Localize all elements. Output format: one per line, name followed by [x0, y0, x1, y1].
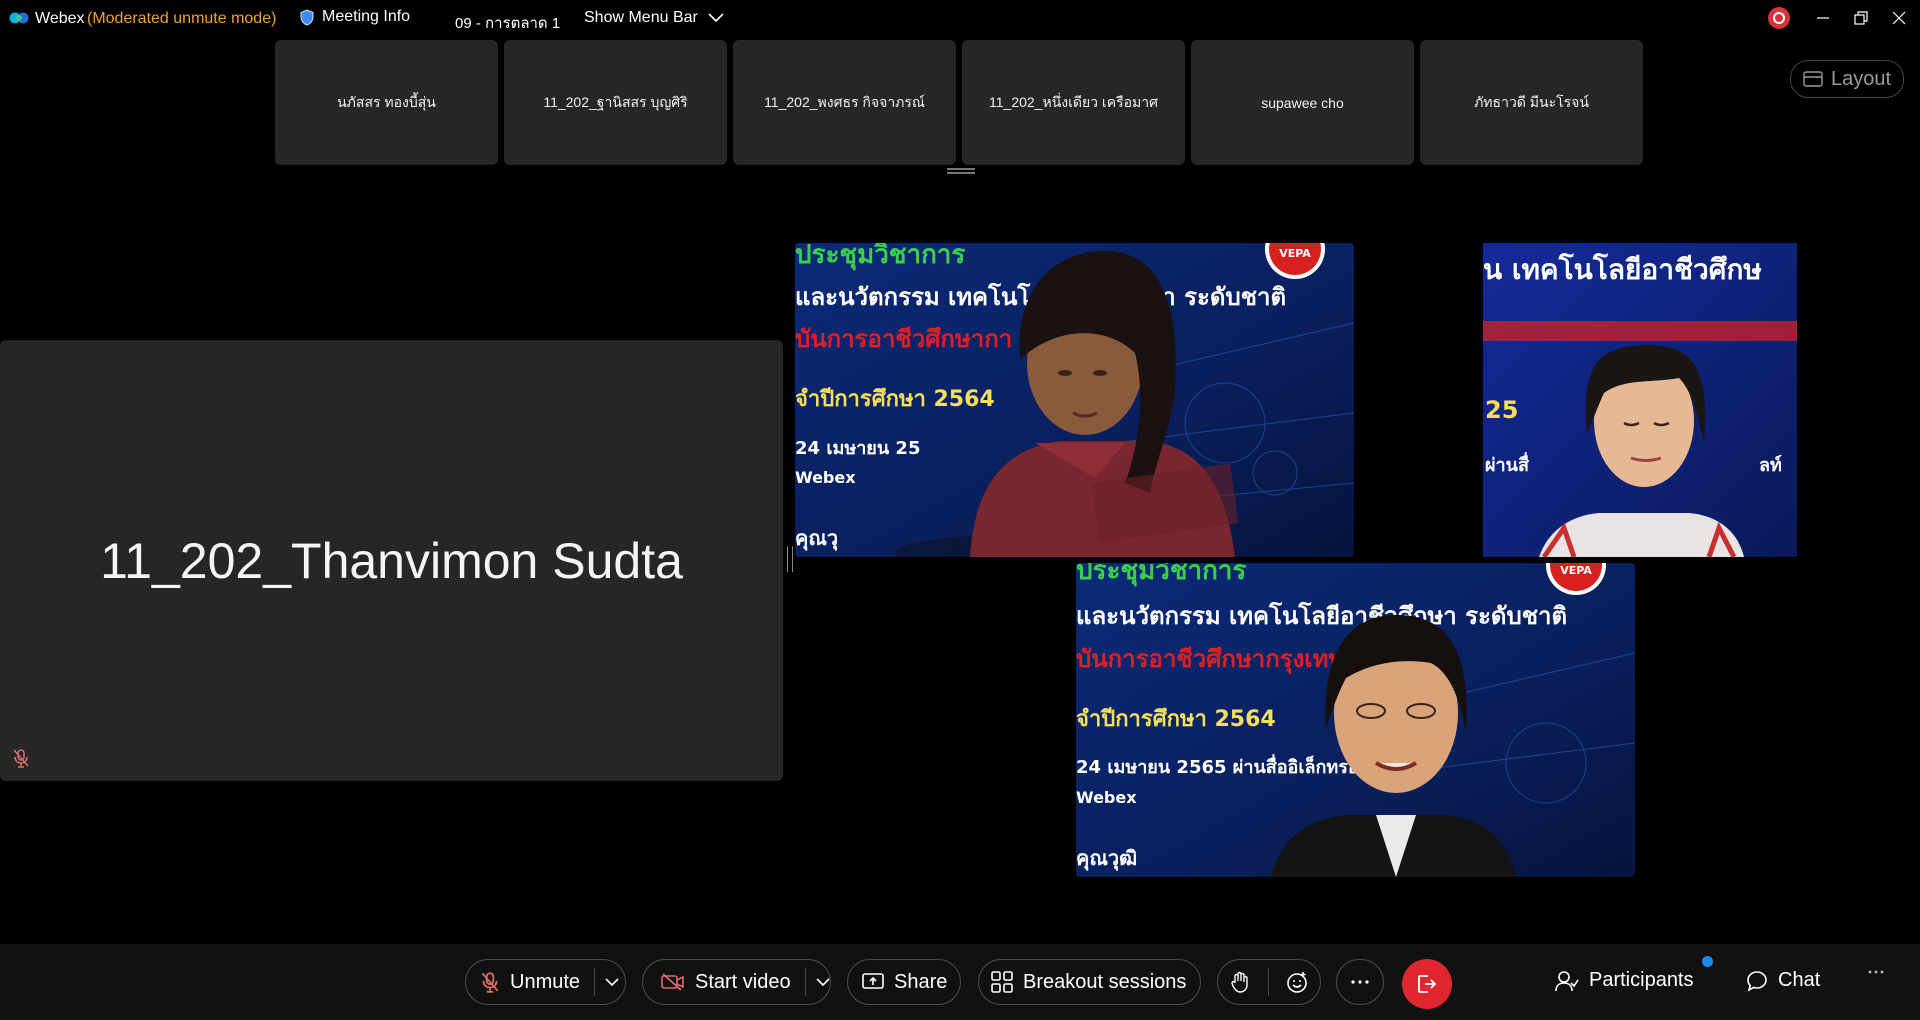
- filmstrip-tile[interactable]: นภัสสร ทองบี้สุ่น: [275, 40, 498, 165]
- minimize-button[interactable]: [1808, 4, 1838, 32]
- breakout-sessions-button[interactable]: Breakout sessions: [978, 959, 1201, 1005]
- participant-video-frame: น เทคโนโลยีอาชีวศึกษ 25 ผ่านสื่ ลท์: [1359, 243, 1918, 557]
- layout-label: Layout: [1830, 67, 1892, 90]
- reactions-group: [1217, 959, 1321, 1005]
- vepa-badge-text: VEPA: [1279, 247, 1311, 260]
- raise-hand-icon[interactable]: [1230, 971, 1250, 993]
- layout-icon: [1803, 71, 1823, 87]
- participant-video-tile[interactable]: น เทคโนโลยีอาชีวศึกษ 25 ผ่านสื่ ลท์: [1359, 243, 1918, 557]
- slide-text: ประชุมวิชาการ: [1076, 563, 1246, 587]
- muted-microphone-icon: [481, 972, 499, 993]
- participants-button[interactable]: Participants: [1555, 969, 1694, 992]
- restore-icon: [1854, 11, 1868, 25]
- more-dots-icon: [1868, 970, 1884, 974]
- slide-text: 24 เมษายน 25: [795, 438, 920, 459]
- chevron-down-icon[interactable]: [605, 977, 619, 987]
- slide-text: Webex: [795, 468, 856, 487]
- title-bar: Webex (Moderated unmute mode) Meeting In…: [0, 0, 1920, 38]
- filmstrip-tile[interactable]: supawee cho: [1191, 40, 1414, 165]
- reactions-icon[interactable]: [1286, 971, 1308, 993]
- app-name: Webex: [35, 10, 85, 27]
- participant-video-tile[interactable]: ประชุมวิชาการ และนวัตกรรม เทคโนโลยีอาชีว…: [795, 243, 1354, 557]
- slide-text: Webex: [1076, 788, 1137, 807]
- show-menu-bar-button[interactable]: Show Menu Bar: [584, 9, 724, 27]
- start-video-button[interactable]: Start video: [642, 959, 831, 1005]
- more-options-button[interactable]: [1336, 959, 1384, 1005]
- slide-text: และนวัตกรรม เทคโนโลยีอาชีวศึกษา ระดับชาต…: [1076, 601, 1567, 630]
- participant-name: 11_202_Thanvimon Sudta: [100, 533, 683, 589]
- slide-text: จำปีการศึกษา 2564: [795, 387, 995, 412]
- meeting-info-label: Meeting Info: [322, 8, 411, 25]
- participant-tile-name-only[interactable]: 11_202_Thanvimon Sudta: [0, 340, 783, 781]
- meeting-controls-toolbar: Unmute Start video Share Breakout sessio…: [0, 944, 1920, 1020]
- filmstrip-tile[interactable]: 11_202_หนึ่งเดียว เครือมาศ: [962, 40, 1185, 165]
- meeting-info-button[interactable]: Meeting Info: [300, 8, 410, 26]
- chevron-down-icon: [708, 13, 724, 23]
- unmute-mode-label: (Moderated unmute mode): [87, 10, 277, 27]
- slide-text: น เทคโนโลยีอาชีวศึกษ: [1483, 252, 1762, 286]
- participant-video-tile[interactable]: ประชุมวิชาการ และนวัตกรรม เทคโนโลยีอาชีว…: [1076, 563, 1635, 877]
- more-dots-icon: [1351, 980, 1369, 984]
- participants-icon: [1555, 970, 1579, 991]
- share-label: Share: [894, 970, 948, 993]
- leave-meeting-icon: [1418, 975, 1437, 993]
- recording-icon[interactable]: [1768, 7, 1790, 29]
- filmstrip-tile[interactable]: 11_202_พงศธร กิจจาภรณ์: [733, 40, 956, 165]
- share-screen-icon: [862, 973, 884, 989]
- filmstrip-participant-name: supawee cho: [1261, 94, 1344, 111]
- filmstrip-participant-name: 11_202_หนึ่งเดียว เครือมาศ: [989, 93, 1158, 110]
- filmstrip-participant-name: 11_202_พงศธร กิจจาภรณ์: [764, 93, 925, 110]
- slide-text: คุณวุ: [795, 526, 838, 551]
- slide-text: ประชุมวิชาการ: [795, 243, 965, 271]
- chevron-down-icon[interactable]: [816, 977, 830, 987]
- show-menu-bar-label: Show Menu Bar: [584, 9, 698, 26]
- chat-icon: [1747, 970, 1767, 992]
- shield-icon: [300, 8, 314, 26]
- filmstrip-participant-name: ภัทธาวดี มีนะโรจน์: [1474, 93, 1589, 110]
- filmstrip-tile[interactable]: 11_202_ฐานิสสร บุญศิริ: [504, 40, 727, 165]
- participant-video-frame: ประชุมวิชาการ และนวัตกรรม เทคโนโลยีอาชีว…: [1076, 563, 1635, 877]
- meeting-title: 09 - การตลาด 1: [455, 15, 561, 32]
- slide-text: ลท์: [1759, 454, 1782, 476]
- slide-text: บันการอาชีวศึกษากา: [795, 325, 1012, 353]
- unmute-label: Unmute: [510, 970, 581, 993]
- participants-label: Participants: [1589, 969, 1694, 991]
- share-button[interactable]: Share: [847, 959, 961, 1005]
- slide-text: จำปีการศึกษา 2564: [1076, 707, 1276, 732]
- filmstrip-participant-name: 11_202_ฐานิสสร บุญศิริ: [543, 93, 688, 110]
- slide-text: คุณวุฒิ: [1076, 846, 1137, 871]
- chat-label: Chat: [1778, 969, 1821, 991]
- muted-microphone-icon: [13, 749, 29, 768]
- unmute-button[interactable]: Unmute: [465, 959, 626, 1005]
- close-window-button[interactable]: [1884, 4, 1914, 32]
- filmstrip-participant-name: นภัสสร ทองบี้สุ่น: [337, 93, 436, 110]
- breakout-sessions-label: Breakout sessions: [1023, 970, 1187, 993]
- slide-text: 25: [1485, 396, 1518, 424]
- vepa-badge-text: VEPA: [1560, 564, 1592, 577]
- layout-button[interactable]: Layout: [1790, 60, 1904, 98]
- chat-button[interactable]: Chat: [1746, 969, 1820, 992]
- webex-logo-icon: [9, 12, 29, 24]
- leave-meeting-button[interactable]: [1402, 959, 1452, 1009]
- notification-dot: [1702, 956, 1713, 967]
- start-video-label: Start video: [695, 970, 791, 993]
- stage-splitter-handle[interactable]: [787, 546, 793, 572]
- minimize-icon: [1817, 17, 1829, 19]
- close-icon: [1892, 11, 1906, 25]
- participant-video-frame: ประชุมวิชาการ และนวัตกรรม เทคโนโลยีอาชีว…: [795, 243, 1354, 557]
- filmstrip-tile[interactable]: ภัทธาวดี มีนะโรจน์: [1420, 40, 1643, 165]
- breakout-sessions-icon: [991, 971, 1013, 993]
- restore-button[interactable]: [1846, 4, 1876, 32]
- video-off-icon: [661, 973, 684, 991]
- slide-text: ผ่านสื่: [1485, 452, 1530, 476]
- filmstrip-resize-handle[interactable]: [947, 168, 975, 174]
- more-panels-button[interactable]: [1868, 970, 1884, 974]
